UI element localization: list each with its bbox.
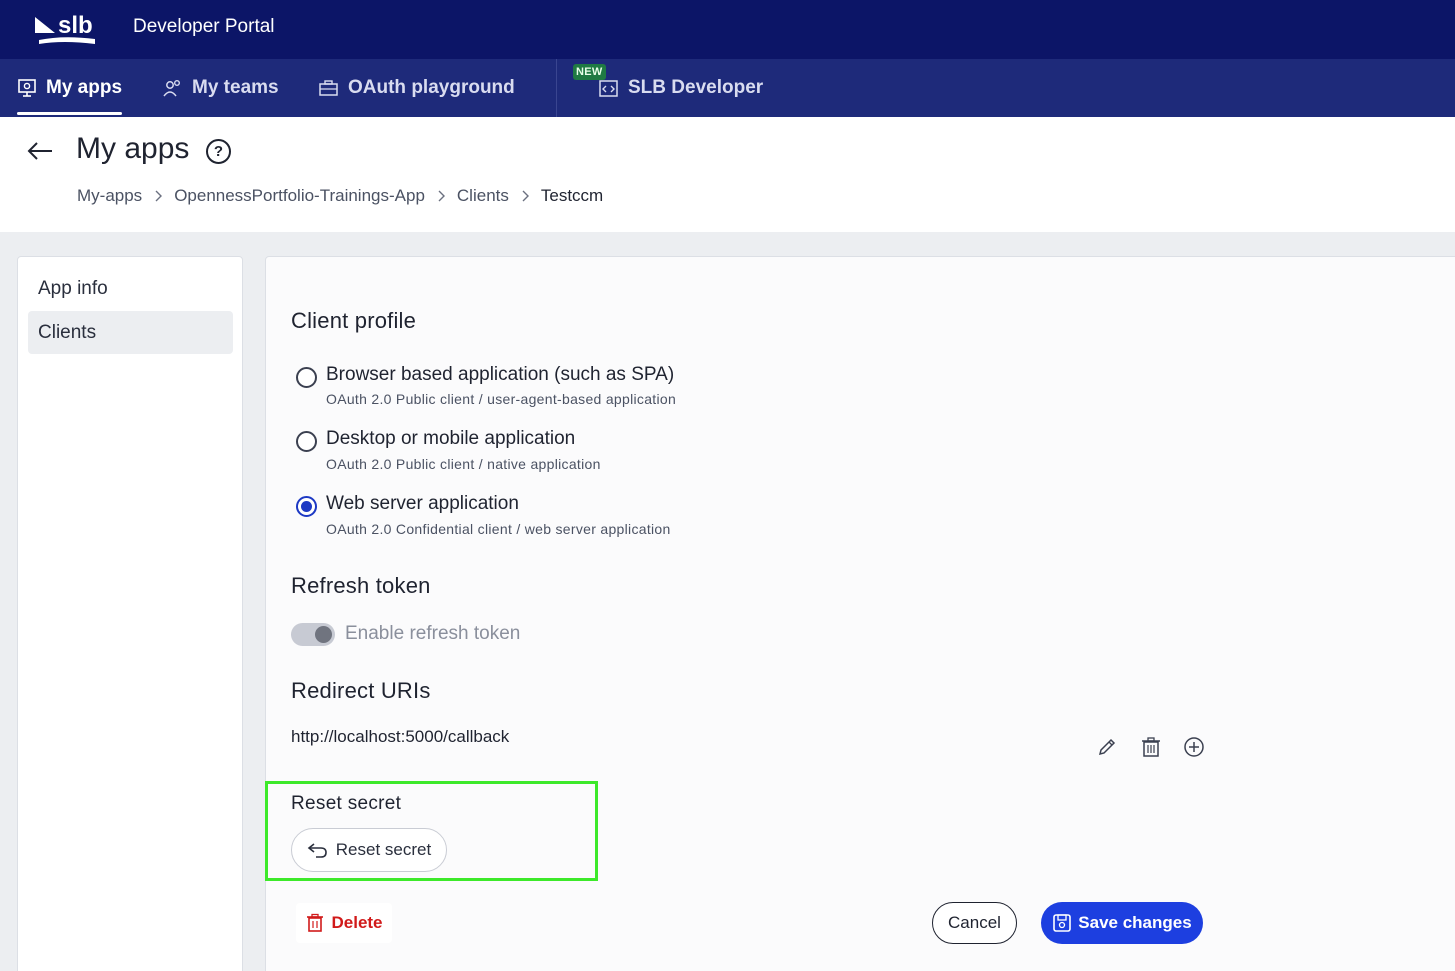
new-badge: NEW (573, 64, 606, 80)
refresh-token-toggle-label: Enable refresh token (345, 623, 521, 644)
breadcrumb-item-app[interactable]: OpennessPortfolio-Trainings-App (174, 186, 425, 206)
radio-label: Web server application (326, 493, 519, 514)
save-changes-button[interactable]: Save changes (1041, 902, 1203, 944)
nav-tab-oauth-playground[interactable]: OAuth playground (318, 59, 515, 117)
undo-arrow-icon (307, 843, 327, 858)
portal-title: Developer Portal (133, 16, 275, 37)
nav-tab-label: SLB Developer (628, 77, 764, 98)
chevron-right-icon (155, 190, 163, 202)
main-nav: My apps My teams OAuth playground SLB De… (0, 59, 1455, 117)
users-icon (163, 80, 180, 97)
sidebar: App info Clients (17, 256, 243, 971)
slb-logo[interactable]: slb (33, 9, 99, 47)
back-arrow-icon[interactable] (26, 139, 54, 163)
radio-description: OAuth 2.0 Confidential client / web serv… (326, 521, 671, 537)
nav-tab-slb-developer[interactable]: SLB Developer (598, 59, 763, 117)
add-circle-icon[interactable] (1183, 736, 1205, 758)
page-header (0, 117, 1455, 232)
refresh-token-title: Refresh token (291, 573, 431, 598)
nav-tab-my-teams[interactable]: My teams (162, 59, 279, 117)
client-profile-title: Client profile (291, 308, 417, 333)
breadcrumb-item-clients[interactable]: Clients (457, 186, 509, 206)
help-icon[interactable]: ? (206, 139, 231, 164)
sidebar-item-app-info[interactable]: App info (28, 267, 233, 310)
delete-button-label: Delete (331, 913, 383, 932)
radio-web-server-app[interactable] (296, 496, 317, 517)
radio-label: Browser based application (such as SPA) (326, 364, 675, 385)
sidebar-item-clients[interactable]: Clients (28, 311, 233, 354)
svg-text:slb: slb (58, 12, 93, 39)
breadcrumb-item-current: Testccm (540, 186, 604, 205)
cancel-button[interactable]: Cancel (932, 902, 1017, 944)
radio-desktop-app[interactable] (296, 431, 317, 452)
toolbox-icon (319, 80, 338, 96)
chevron-right-icon (438, 190, 445, 202)
save-icon (1053, 914, 1072, 932)
reset-secret-title: Reset secret (291, 793, 402, 814)
monitor-gear-icon (18, 79, 36, 97)
radio-description: OAuth 2.0 Public client / user-agent-bas… (326, 391, 677, 407)
delete-button[interactable]: Delete (296, 903, 392, 943)
nav-divider (556, 59, 557, 117)
redirect-uris-title: Redirect URIs (291, 678, 431, 703)
refresh-token-toggle[interactable] (291, 623, 335, 646)
chevron-right-icon (522, 190, 529, 202)
nav-tab-label: My teams (192, 77, 279, 98)
pencil-icon[interactable] (1096, 736, 1118, 758)
nav-tab-label: OAuth playground (348, 77, 515, 98)
nav-tab-my-apps[interactable]: My apps (17, 59, 123, 117)
nav-tab-label: My apps (46, 77, 123, 98)
page-title: My apps (76, 132, 190, 165)
redirect-uri-value: http://localhost:5000/callback (291, 727, 510, 746)
reset-secret-button-label: Reset secret (335, 840, 432, 859)
top-bar: slb Developer Portal (0, 0, 1455, 59)
trash-icon (307, 913, 324, 932)
breadcrumb-item-my-apps[interactable]: My-apps (77, 186, 142, 206)
radio-label: Desktop or mobile application (326, 428, 576, 449)
radio-description: OAuth 2.0 Public client / native applica… (326, 456, 601, 472)
breadcrumb: My-apps OpennessPortfolio-Trainings-App … (77, 186, 603, 206)
reset-secret-button[interactable]: Reset secret (291, 828, 447, 872)
code-document-icon (599, 79, 618, 97)
trash-icon[interactable] (1140, 736, 1162, 758)
radio-browser-app[interactable] (296, 367, 317, 388)
save-changes-button-label: Save changes (1078, 913, 1192, 932)
